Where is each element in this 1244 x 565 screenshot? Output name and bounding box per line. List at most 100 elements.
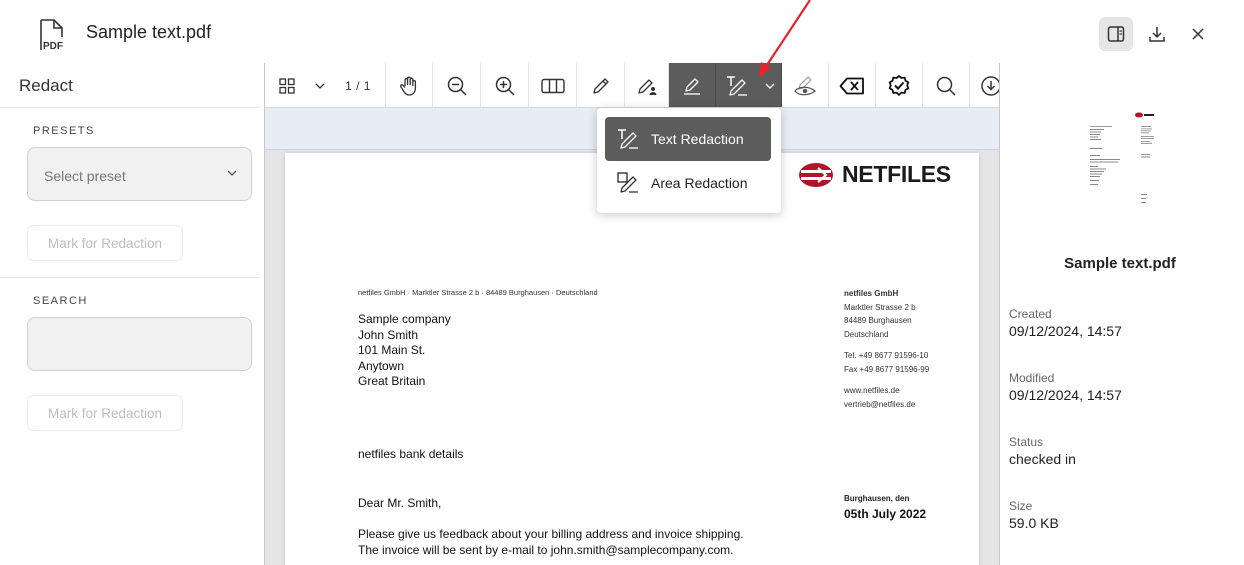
search-input[interactable] [27, 317, 252, 371]
file-name: Sample text.pdf [1064, 255, 1176, 272]
divider [0, 277, 260, 278]
badge-check-icon [888, 74, 910, 96]
area-redaction-icon [605, 171, 651, 195]
pan-tool-button[interactable] [385, 63, 433, 107]
document-title: Sample text.pdf [86, 22, 212, 42]
chevron-down-icon [315, 83, 325, 89]
zoom-out-button[interactable] [433, 63, 481, 107]
redaction-dropdown-button[interactable] [758, 63, 782, 107]
preset-placeholder: Select preset [44, 168, 126, 184]
header: PDF Sample text.pdf [0, 0, 1244, 63]
address-line: Great Britain [358, 374, 426, 388]
highlighter-icon [684, 77, 700, 95]
panel-title: Redact [19, 76, 73, 95]
draw-tool-button[interactable] [577, 63, 625, 107]
download-icon [1149, 27, 1165, 42]
status-label: Status [1009, 435, 1044, 449]
company-website: www.netfiles.de [844, 386, 900, 395]
netfiles-logo-icon [799, 162, 833, 187]
apply-redactions-button[interactable] [782, 63, 829, 107]
text-redaction-tool-button[interactable] [716, 63, 758, 107]
company-info: netfiles GmbH Marktler Strasse 2 b 84489… [844, 287, 929, 411]
close-icon [1192, 28, 1204, 40]
company-address-line: Deutschland [844, 329, 889, 339]
created-label: Created [1009, 307, 1052, 321]
modified-label: Modified [1009, 371, 1055, 385]
pen-user-icon [637, 78, 656, 95]
status-value: checked in [1009, 451, 1076, 467]
hand-icon [400, 76, 417, 96]
recipient-address: Sample company John Smith 101 Main St. A… [358, 312, 451, 390]
save-button[interactable] [970, 63, 999, 107]
mark-for-redaction-button[interactable]: Mark for Redaction [27, 225, 183, 261]
company-name: netfiles GmbH [844, 289, 899, 298]
netfiles-logo: NETFILES [798, 161, 951, 188]
menu-item-label: Text Redaction [651, 131, 744, 147]
sidebar-toggle-button[interactable] [1099, 17, 1133, 51]
presets-label: PRESETS [33, 125, 95, 137]
text-redaction-icon [605, 127, 651, 151]
zoom-in-icon [495, 76, 515, 96]
address-line: John Smith [358, 327, 419, 342]
file-info-panel: Sample text.pdf Created 09/12/2024, 14:5… [999, 63, 1244, 565]
two-page-view-button[interactable] [529, 63, 577, 107]
clear-redactions-button[interactable] [829, 63, 876, 107]
two-page-icon [540, 78, 565, 93]
company-address-line: Marktler Strasse 2 b [844, 302, 916, 312]
page-thumbnail[interactable] [1084, 110, 1158, 214]
search-icon [936, 76, 956, 96]
preset-select[interactable]: Select preset [27, 147, 252, 201]
pdf-file-icon: PDF [36, 18, 68, 52]
page-indicator: 1 / 1 [345, 78, 371, 93]
text-redaction-icon [727, 75, 747, 96]
bank-details: netfiles bank details [358, 447, 464, 461]
size-label: Size [1009, 499, 1033, 513]
zoom-in-button[interactable] [481, 63, 529, 107]
mark-search-results-button[interactable]: Mark for Redaction [27, 395, 183, 431]
date-place: Burghausen, den [844, 494, 910, 503]
size-value: 59.0 KB [1009, 515, 1059, 531]
save-icon [981, 75, 999, 96]
pencil-icon [592, 77, 609, 94]
body-line: Please give us feedback about your billi… [358, 527, 744, 541]
highlight-tool-button[interactable] [669, 63, 716, 107]
signature-tool-button[interactable] [625, 63, 669, 107]
sidebar-toggle-icon [1107, 26, 1125, 42]
close-button[interactable] [1181, 17, 1215, 51]
redaction-mode-menu: Text Redaction Area Redaction [597, 108, 781, 213]
viewer-toolbar: 1 / 1 [265, 63, 999, 108]
pdf-page[interactable]: NETFILES netfiles GmbH · Marktler Strass… [285, 153, 979, 565]
company-phone: Tel. +49 8677 91596-10 [844, 351, 929, 360]
created-value: 09/12/2024, 14:57 [1009, 323, 1122, 339]
letter-body: Please give us feedback about your billi… [358, 527, 744, 558]
thumbnail-grid-button[interactable] [265, 63, 309, 107]
company-address-line: 84489 Burghausen [844, 316, 912, 325]
search-button[interactable] [923, 63, 970, 107]
redact-panel: Redact PRESETS Select preset Mark for Re… [0, 63, 265, 565]
modified-value: 09/12/2024, 14:57 [1009, 387, 1122, 403]
search-label: SEARCH [33, 295, 88, 307]
grid-icon [279, 77, 295, 94]
menu-item-text-redaction[interactable]: Text Redaction [605, 117, 771, 161]
page-menu-button[interactable] [309, 63, 331, 107]
chevron-down-icon [227, 170, 237, 176]
clear-icon [839, 77, 864, 94]
salutation: Dear Mr. Smith, [358, 496, 442, 510]
address-line: Sample company [358, 312, 451, 326]
address-line: 101 Main St. [358, 343, 426, 357]
certify-button[interactable] [876, 63, 923, 107]
zoom-out-icon [447, 76, 467, 96]
letter-date: 05th July 2022 [844, 507, 927, 521]
address-line: Anytown [358, 358, 405, 373]
divider [0, 107, 260, 108]
svg-text:PDF: PDF [43, 41, 63, 52]
sender-line: netfiles GmbH · Marktler Strasse 2 b · 8… [358, 288, 598, 297]
logo-text: NETFILES [842, 161, 951, 187]
redaction-dropdown-chevron-icon [765, 83, 774, 89]
company-email: vertrieb@netfiles.de [844, 399, 916, 409]
download-button[interactable] [1140, 17, 1174, 51]
menu-item-area-redaction[interactable]: Area Redaction [605, 161, 771, 205]
eye-pen-icon [794, 75, 816, 95]
company-fax: Fax +49 8677 91596-99 [844, 364, 930, 374]
body-line: The invoice will be sent by e-mail to jo… [358, 542, 734, 557]
